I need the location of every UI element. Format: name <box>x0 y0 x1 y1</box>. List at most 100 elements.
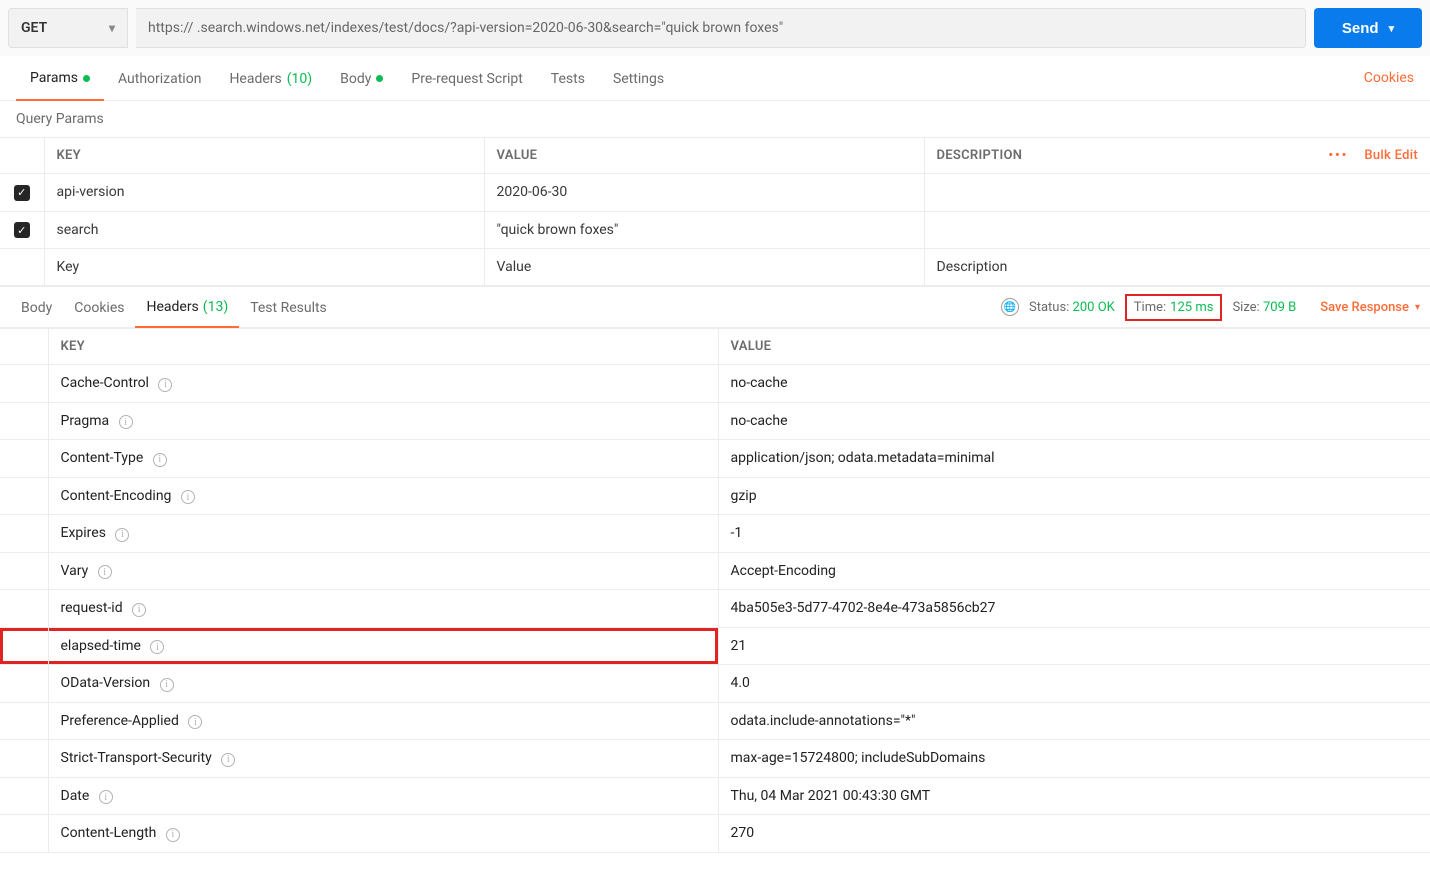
resp-tab-body[interactable]: Body <box>10 288 63 327</box>
col-key-header: KEY <box>48 329 718 365</box>
info-icon[interactable]: i <box>221 753 235 767</box>
tab-authorization-label: Authorization <box>118 71 201 87</box>
header-value: odata.include-annotations="*" <box>718 702 1430 740</box>
header-key: Expires i <box>48 515 718 553</box>
tab-headers[interactable]: Headers (10) <box>215 57 326 100</box>
http-method-select[interactable]: GET ▾ <box>8 8 128 48</box>
row-gutter <box>0 627 48 665</box>
header-value: -1 <box>718 515 1430 553</box>
save-response-button[interactable]: Save Response ▾ <box>1320 300 1420 315</box>
size-group: Size: 709 B <box>1232 300 1296 315</box>
row-gutter <box>0 440 48 478</box>
row-gutter <box>0 552 48 590</box>
resp-tab-test-results[interactable]: Test Results <box>239 288 338 327</box>
response-meta: 🌐 Status: 200 OK Time: 125 ms Size: 709 … <box>1001 294 1420 321</box>
size-label: Size: <box>1232 300 1259 315</box>
request-bar: GET ▾ https:// .search.windows.net/index… <box>0 0 1430 56</box>
resp-tab-cookies[interactable]: Cookies <box>63 288 135 327</box>
response-tabs: Body Cookies Headers (13) Test Results 🌐… <box>0 286 1430 328</box>
info-icon[interactable]: i <box>158 378 172 392</box>
col-blank-header <box>0 329 48 365</box>
send-button-label: Send <box>1342 20 1379 37</box>
header-value: 4ba505e3-5d77-4702-8e4e-473a5856cb27 <box>718 590 1430 628</box>
resp-tab-headers-label: Headers <box>146 299 198 315</box>
header-value: no-cache <box>718 365 1430 403</box>
send-button[interactable]: Send ▾ <box>1314 8 1422 48</box>
tab-settings[interactable]: Settings <box>599 57 678 100</box>
param-value[interactable]: "quick brown foxes" <box>484 211 924 249</box>
table-row: Pragma ino-cache <box>0 402 1430 440</box>
row-gutter <box>0 590 48 628</box>
url-input[interactable]: https:// .search.windows.net/indexes/tes… <box>136 8 1306 48</box>
header-value: 4.0 <box>718 665 1430 703</box>
row-gutter <box>0 702 48 740</box>
info-icon[interactable]: i <box>98 565 112 579</box>
header-key: Strict-Transport-Security i <box>48 740 718 778</box>
checkbox[interactable]: ✓ <box>14 185 30 201</box>
row-gutter <box>0 815 48 853</box>
header-value: no-cache <box>718 402 1430 440</box>
http-method-label: GET <box>21 20 47 36</box>
col-desc-header-label: DESCRIPTION <box>937 148 1023 163</box>
cookies-link[interactable]: Cookies <box>1364 56 1414 100</box>
info-icon[interactable]: i <box>166 828 180 842</box>
info-icon[interactable]: i <box>99 790 113 804</box>
table-row: Content-Type iapplication/json; odata.me… <box>0 440 1430 478</box>
query-params-table: KEY VALUE DESCRIPTION ••• Bulk Edit ✓ api… <box>0 137 1430 286</box>
tab-headers-label: Headers <box>229 71 281 87</box>
table-row: Strict-Transport-Security imax-age=15724… <box>0 740 1430 778</box>
bulk-edit-link[interactable]: Bulk Edit <box>1364 148 1418 163</box>
col-key-header: KEY <box>44 138 484 174</box>
chevron-down-icon[interactable]: ▾ <box>1389 22 1395 35</box>
status-value: 200 OK <box>1073 300 1115 315</box>
param-desc[interactable] <box>924 174 1430 212</box>
more-options-icon[interactable]: ••• <box>1322 148 1354 163</box>
param-desc[interactable] <box>924 211 1430 249</box>
tab-authorization[interactable]: Authorization <box>104 57 215 100</box>
param-value[interactable]: 2020-06-30 <box>484 174 924 212</box>
info-icon[interactable]: i <box>119 415 133 429</box>
param-key-input[interactable]: Key <box>44 249 484 286</box>
tab-body[interactable]: Body <box>326 57 397 100</box>
param-value-input[interactable]: Value <box>484 249 924 286</box>
resp-tab-test-results-label: Test Results <box>250 300 327 316</box>
header-key: Date i <box>48 777 718 815</box>
table-row: OData-Version i4.0 <box>0 665 1430 703</box>
tab-prerequest[interactable]: Pre-request Script <box>397 57 536 100</box>
checkbox[interactable]: ✓ <box>14 222 30 238</box>
header-value: 21 <box>718 627 1430 665</box>
save-response-label: Save Response <box>1320 300 1409 315</box>
table-row: Date iThu, 04 Mar 2021 00:43:30 GMT <box>0 777 1430 815</box>
info-icon[interactable]: i <box>181 490 195 504</box>
time-group: Time: 125 ms <box>1125 294 1223 321</box>
info-icon[interactable]: i <box>115 528 129 542</box>
header-key: Content-Type i <box>48 440 718 478</box>
info-icon[interactable]: i <box>150 640 164 654</box>
tab-headers-count: (10) <box>287 71 312 87</box>
header-key: OData-Version i <box>48 665 718 703</box>
info-icon[interactable]: i <box>160 678 174 692</box>
header-value: application/json; odata.metadata=minimal <box>718 440 1430 478</box>
param-desc-input[interactable]: Description <box>924 249 1430 286</box>
tab-params[interactable]: Params <box>16 56 104 101</box>
tab-tests[interactable]: Tests <box>537 57 599 100</box>
header-value: 270 <box>718 815 1430 853</box>
resp-tab-headers[interactable]: Headers (13) <box>135 287 239 328</box>
row-gutter <box>0 365 48 403</box>
info-icon[interactable]: i <box>132 603 146 617</box>
header-key: elapsed-time i <box>48 627 718 665</box>
table-row: ✓ api-version2020-06-30 <box>0 174 1430 212</box>
globe-icon[interactable]: 🌐 <box>1001 298 1019 316</box>
info-icon[interactable]: i <box>188 715 202 729</box>
col-value-header: VALUE <box>484 138 924 174</box>
param-key[interactable]: api-version <box>44 174 484 212</box>
tab-body-label: Body <box>340 71 371 87</box>
row-gutter <box>0 477 48 515</box>
info-icon[interactable]: i <box>153 453 167 467</box>
header-key: Cache-Control i <box>48 365 718 403</box>
col-checkbox-header <box>0 138 44 174</box>
header-value: gzip <box>718 477 1430 515</box>
param-key[interactable]: search <box>44 211 484 249</box>
header-key: Preference-Applied i <box>48 702 718 740</box>
header-value: Accept-Encoding <box>718 552 1430 590</box>
